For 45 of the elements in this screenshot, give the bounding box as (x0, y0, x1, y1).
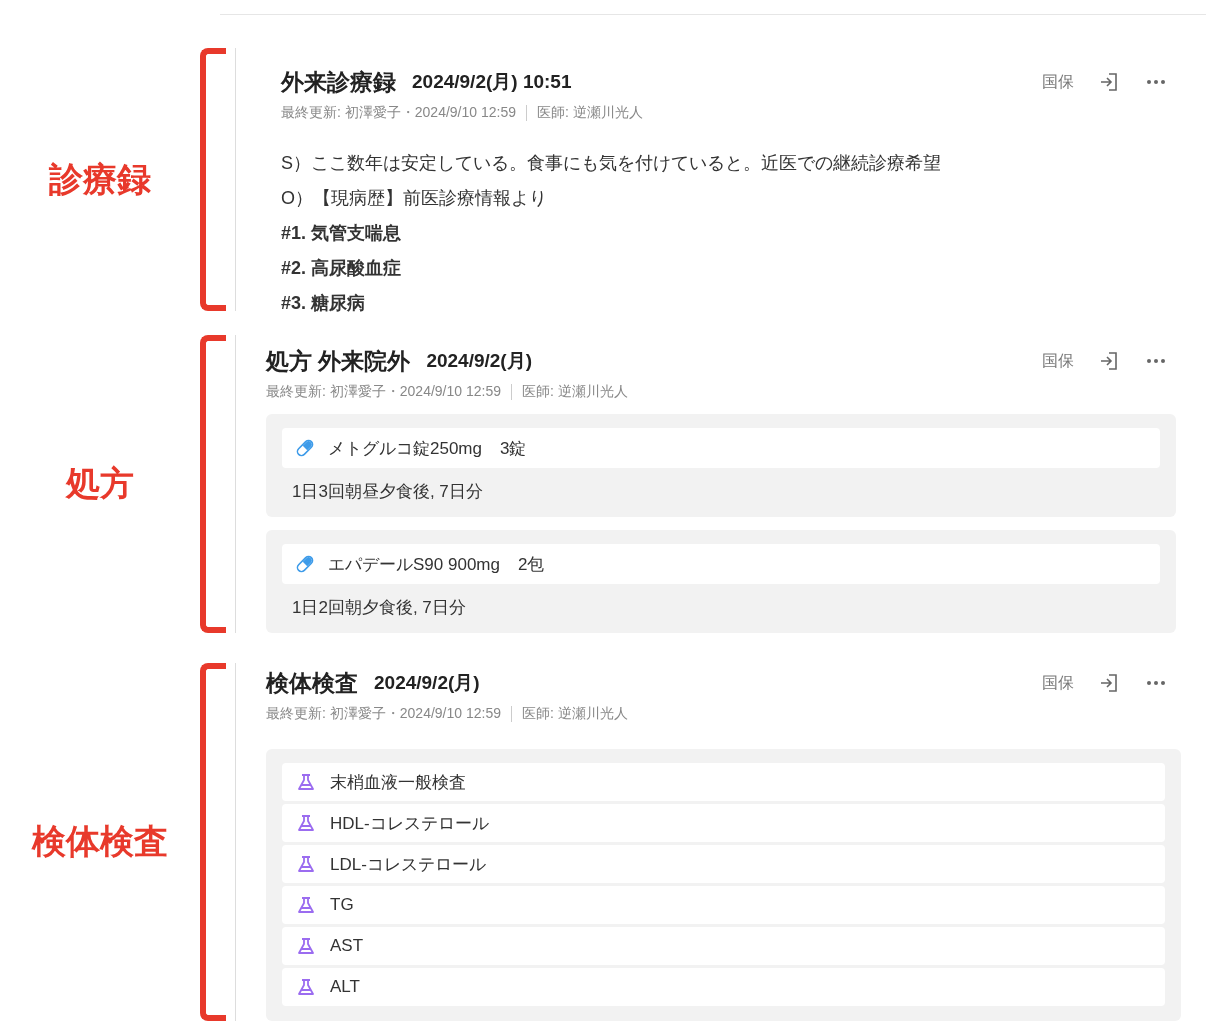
drug-row[interactable]: メトグルコ錠250mg 3錠 (282, 428, 1160, 468)
record-datetime: 2024/9/2(月) 10:51 (412, 70, 572, 94)
enter-icon[interactable] (1098, 350, 1120, 372)
record-title: 処方 外来院外 (266, 346, 411, 376)
flask-icon (296, 977, 316, 997)
insurance-label: 国保 (1042, 71, 1074, 92)
flask-icon (296, 895, 316, 915)
lab-test-row[interactable]: TG (282, 886, 1165, 924)
flask-icon (296, 936, 316, 956)
last-updated-text: 最終更新: 初澤愛子・2024/9/10 12:59 (266, 705, 501, 723)
lab-test-row[interactable]: ALT (282, 968, 1165, 1006)
doctor-text: 医師: 逆瀬川光人 (522, 383, 628, 401)
usage-text: 1日3回朝昼夕食後, 7日分 (291, 481, 484, 503)
enter-icon[interactable] (1098, 672, 1120, 694)
record-title: 外来診療録 (281, 67, 396, 97)
more-icon[interactable] (1146, 358, 1166, 364)
note-line: #2. 高尿酸血症 (281, 257, 403, 280)
last-updated-text: 最終更新: 初澤愛子・2024/9/10 12:59 (266, 383, 501, 401)
lab-test-row[interactable]: HDL-コレステロール (282, 804, 1165, 842)
insurance-label: 国保 (1042, 350, 1074, 371)
note-line: O）【現病歴】前医診療情報より (281, 187, 548, 210)
more-icon[interactable] (1146, 79, 1166, 85)
doctor-text: 医師: 逆瀬川光人 (522, 705, 628, 723)
drug-row[interactable]: エパデールS90 900mg 2包 (282, 544, 1160, 584)
annotation-label: 診療録 (48, 158, 152, 200)
usage-text: 1日2回朝夕食後, 7日分 (291, 597, 467, 619)
last-updated-text: 最終更新: 初澤愛子・2024/9/10 12:59 (281, 104, 516, 122)
record-title: 検体検査 (266, 668, 358, 698)
record-datetime: 2024/9/2(月) (374, 671, 480, 695)
note-line: #1. 気管支喘息 (281, 222, 403, 245)
note-line: #3. 糖尿病 (281, 292, 367, 315)
flask-icon (296, 813, 316, 833)
more-icon[interactable] (1146, 680, 1166, 686)
lab-test-row[interactable]: LDL-コレステロール (282, 845, 1165, 883)
lab-test-row[interactable]: AST (282, 927, 1165, 965)
annotation-label: 検体検査 (30, 821, 169, 862)
flask-icon (296, 772, 316, 792)
flask-icon (296, 854, 316, 874)
annotation-label: 処方 (64, 463, 135, 504)
doctor-text: 医師: 逆瀬川光人 (537, 104, 643, 122)
enter-icon[interactable] (1098, 71, 1120, 93)
lab-test-row[interactable]: 末梢血液一般検査 (282, 763, 1165, 801)
record-datetime: 2024/9/2(月) (426, 349, 532, 373)
note-line: S）ここ数年は安定している。食事にも気を付けていると。近医での継続診療希望 (281, 152, 942, 175)
insurance-label: 国保 (1042, 672, 1074, 693)
